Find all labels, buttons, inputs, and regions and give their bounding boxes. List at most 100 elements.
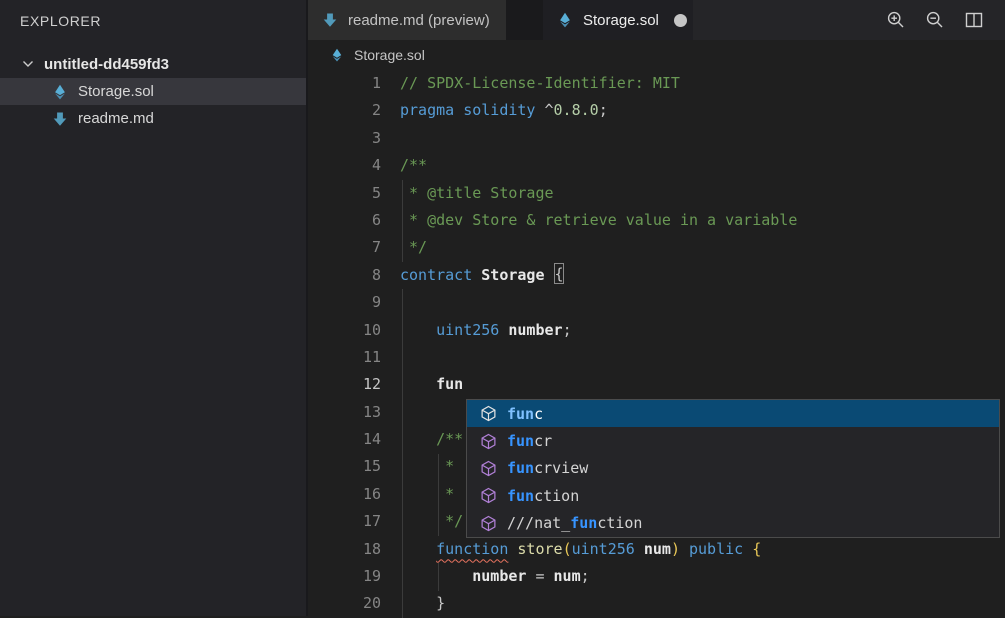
code-token: uint256 [572, 540, 635, 558]
symbol-cube-icon [480, 515, 497, 532]
line-content[interactable]: /** [400, 152, 427, 179]
markdown-icon [52, 110, 69, 127]
code-token: function [436, 540, 508, 558]
file-row-storage-sol[interactable]: Storage.sol [0, 78, 306, 105]
code-token: // SPDX-License-Identifier: MIT [400, 74, 680, 92]
code-token: { [554, 263, 564, 284]
code-token: 0.8.0 [554, 101, 599, 119]
line-number: 12 [308, 371, 381, 398]
code-line[interactable]: 4/** [308, 152, 1005, 179]
code-line[interactable]: 7 */ [308, 234, 1005, 261]
code-token: number [472, 567, 526, 585]
symbol-cube-icon [480, 487, 497, 504]
suggestion-item[interactable]: function [467, 482, 999, 509]
line-content[interactable]: */ [400, 234, 427, 261]
code-token [743, 540, 752, 558]
tab-gap [506, 0, 543, 40]
ethereum-icon [52, 83, 69, 100]
code-line[interactable]: 12 fun [308, 371, 1005, 398]
line-number: 13 [308, 399, 381, 426]
line-content[interactable]: pragma solidity ^0.8.0; [400, 97, 608, 124]
line-content[interactable]: uint256 number; [400, 317, 572, 344]
code-token: * [400, 485, 454, 503]
ethereum-icon [330, 48, 345, 63]
suggestion-item[interactable]: func [467, 400, 999, 427]
line-number: 2 [308, 97, 381, 124]
file-row-readme-md[interactable]: readme.md [0, 105, 306, 132]
code-token: * @dev Store & retrieve value in a varia… [400, 211, 797, 229]
code-token: num [554, 567, 581, 585]
suggestion-label: funcrview [507, 459, 588, 477]
symbol-cube-icon [480, 460, 497, 477]
code-line[interactable]: 19 number = num; [308, 563, 1005, 590]
symbol-cube-icon [480, 405, 497, 422]
code-line[interactable]: 9 [308, 289, 1005, 316]
line-content[interactable]: function store(uint256 num) public { [400, 536, 761, 563]
modified-indicator[interactable] [674, 14, 687, 27]
tab-readme-md[interactable]: readme.md (preview) [308, 0, 506, 40]
code-line[interactable]: 10 uint256 number; [308, 317, 1005, 344]
tab-bar: readme.md (preview) Storage.sol [308, 0, 1005, 40]
ethereum-icon [557, 12, 574, 29]
tab-storage-sol[interactable]: Storage.sol [543, 0, 693, 40]
file-name: Storage.sol [78, 83, 154, 100]
line-number: 15 [308, 453, 381, 480]
code-token [400, 375, 436, 393]
zoom-in-icon[interactable] [885, 9, 907, 31]
code-token [400, 321, 436, 339]
code-line[interactable]: 1 // SPDX-License-Identifier: MIT [308, 70, 1005, 97]
line-content[interactable]: * [400, 481, 454, 508]
suggestion-item[interactable]: funcrview [467, 455, 999, 482]
line-number: 10 [308, 317, 381, 344]
code-line[interactable]: 6 * @dev Store & retrieve value in a var… [308, 207, 1005, 234]
code-line[interactable]: 3 [308, 125, 1005, 152]
breadcrumb[interactable]: Storage.sol [308, 40, 1005, 70]
code-line[interactable]: 18 function store(uint256 num) public { [308, 536, 1005, 563]
line-content[interactable]: contract Storage { [400, 262, 564, 289]
line-content[interactable]: number = num; [400, 563, 590, 590]
code-token [635, 540, 644, 558]
split-editor-icon[interactable] [963, 9, 985, 31]
line-number: 1 [308, 70, 381, 97]
line-content[interactable]: /** [400, 426, 463, 453]
code-token: */ [400, 512, 463, 530]
code-token: /** [400, 156, 427, 174]
folder-row-untitled[interactable]: untitled-dd459fd3 [0, 50, 306, 78]
code-token: public [689, 540, 743, 558]
editor-actions [885, 0, 1005, 40]
code-line[interactable]: 2 pragma solidity ^0.8.0; [308, 97, 1005, 124]
suggestion-label: function [507, 487, 579, 505]
line-number: 11 [308, 344, 381, 371]
line-number: 17 [308, 508, 381, 535]
code-token: } [400, 594, 445, 612]
line-number: 7 [308, 234, 381, 261]
code-token [400, 540, 436, 558]
code-line[interactable]: 11 [308, 344, 1005, 371]
suggestion-item[interactable]: ///nat_function [467, 510, 999, 537]
code-token: num [644, 540, 671, 558]
line-number: 5 [308, 180, 381, 207]
suggestion-item[interactable]: funcr [467, 427, 999, 454]
code-line[interactable]: 5 * @title Storage [308, 180, 1005, 207]
code-token: /** [436, 430, 463, 448]
line-content[interactable]: } [400, 590, 445, 617]
code-token: Storage [481, 266, 544, 284]
line-content[interactable]: */ [400, 508, 463, 535]
line-content[interactable]: // SPDX-License-Identifier: MIT [400, 70, 680, 97]
tab-label: Storage.sol [583, 12, 659, 29]
code-token [400, 567, 472, 585]
code-line[interactable]: 20 } [308, 590, 1005, 617]
line-content[interactable]: * @dev Store & retrieve value in a varia… [400, 207, 797, 234]
code-token: ) [671, 540, 680, 558]
code-token: ; [563, 321, 572, 339]
code-token: fun [436, 375, 463, 393]
chevron-down-icon [20, 55, 38, 73]
line-number: 20 [308, 590, 381, 617]
code-token: { [752, 540, 761, 558]
line-content[interactable]: fun [400, 371, 463, 398]
line-content[interactable]: * @title Storage [400, 180, 554, 207]
code-line[interactable]: 8contract Storage { [308, 262, 1005, 289]
line-content[interactable]: * [400, 453, 454, 480]
zoom-out-icon[interactable] [924, 9, 946, 31]
code-token: ; [599, 101, 608, 119]
